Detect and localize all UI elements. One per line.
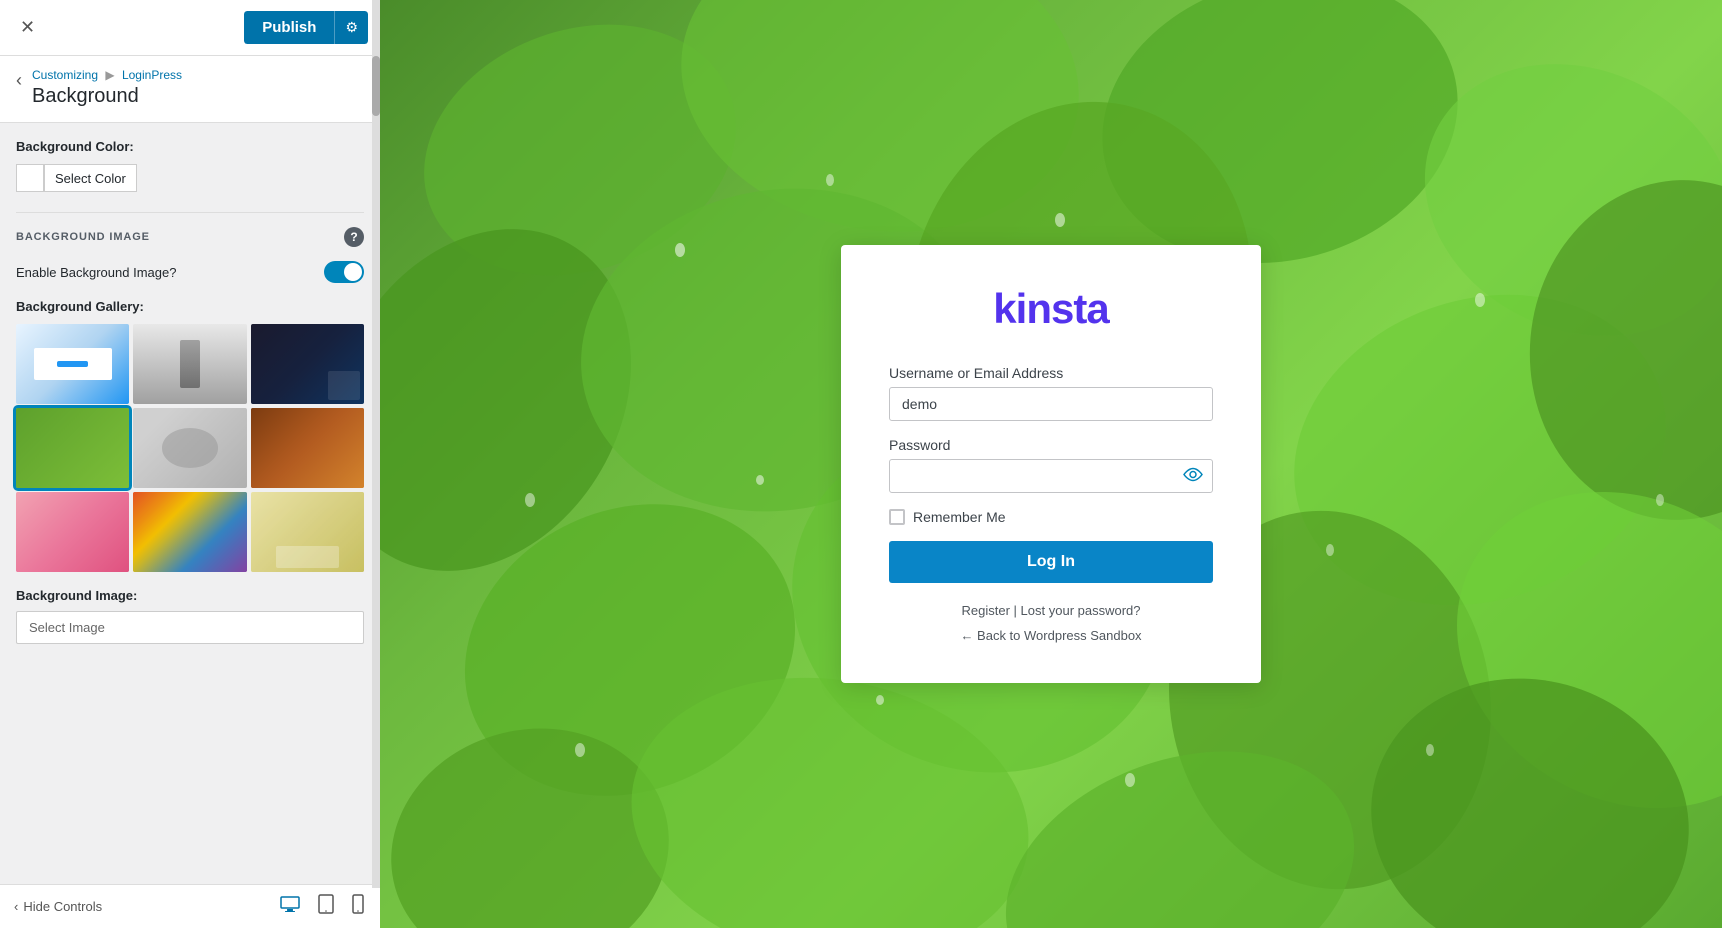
hide-controls-button[interactable]: ‹ Hide Controls <box>14 899 102 914</box>
remember-label: Remember Me <box>913 509 1006 525</box>
enable-bg-row: Enable Background Image? <box>16 261 364 283</box>
register-link[interactable]: Register <box>962 603 1010 618</box>
gallery-item-2[interactable] <box>133 324 246 404</box>
color-selector-row: Select Color <box>16 164 364 192</box>
gear-button[interactable]: ⚙ <box>334 11 368 44</box>
enable-bg-label: Enable Background Image? <box>16 265 324 280</box>
scroll-track[interactable] <box>372 0 380 888</box>
username-label: Username or Email Address <box>889 365 1213 381</box>
links-separator: | <box>1014 603 1021 618</box>
bg-image-section-title: BACKGROUND IMAGE <box>16 231 344 243</box>
mobile-view-button[interactable] <box>350 892 366 921</box>
gallery-item-7[interactable] <box>16 492 129 572</box>
desktop-view-button[interactable] <box>278 892 302 921</box>
tablet-view-button[interactable] <box>316 892 336 921</box>
back-to-wp: ← Back to Wordpress Sandbox <box>889 628 1213 643</box>
select-image-button[interactable]: Select Image <box>16 611 364 644</box>
preview-panel: kinsta Username or Email Address Passwor… <box>380 0 1722 928</box>
top-bar: ✕ Publish ⚙ <box>0 0 380 56</box>
login-links: Register | Lost your password? <box>889 603 1213 618</box>
bg-image-header: BACKGROUND IMAGE ? <box>16 212 364 247</box>
remember-row: Remember Me <box>889 509 1213 525</box>
password-input[interactable] <box>889 459 1213 493</box>
color-swatch[interactable] <box>16 164 44 192</box>
gallery-item-5[interactable] <box>133 408 246 488</box>
hide-controls-arrow: ‹ <box>14 899 18 914</box>
gallery-item-8[interactable] <box>133 492 246 572</box>
bottom-icons <box>278 892 366 921</box>
bottom-bar: ‹ Hide Controls <box>0 884 380 928</box>
breadcrumb-path: Customizing ▶ LoginPress <box>32 68 182 82</box>
page-title: Background <box>32 85 182 108</box>
gallery-item-1[interactable] <box>16 324 129 404</box>
back-arrow-button[interactable]: ‹ <box>16 70 22 91</box>
close-button[interactable]: ✕ <box>12 13 43 42</box>
breadcrumb-section: ‹ Customizing ▶ LoginPress Background <box>0 56 380 123</box>
breadcrumb-separator: ▶ <box>105 68 114 82</box>
password-label: Password <box>889 437 1213 453</box>
gallery-label: Background Gallery: <box>16 299 364 314</box>
scroll-thumb <box>372 56 380 116</box>
gallery-item-6[interactable] <box>251 408 364 488</box>
help-icon[interactable]: ? <box>344 227 364 247</box>
select-color-button[interactable]: Select Color <box>44 164 137 192</box>
login-button[interactable]: Log In <box>889 541 1213 583</box>
gallery-item-4[interactable] <box>16 408 129 488</box>
hide-controls-label: Hide Controls <box>23 899 102 914</box>
breadcrumb-customizing-link[interactable]: Customizing <box>32 68 98 82</box>
publish-button[interactable]: Publish <box>244 11 334 44</box>
back-to-wp-link[interactable]: ← Back to Wordpress Sandbox <box>960 628 1141 643</box>
login-logo: kinsta <box>889 285 1213 333</box>
enable-bg-toggle[interactable] <box>324 261 364 283</box>
gallery-item-3[interactable] <box>251 324 364 404</box>
password-wrapper <box>889 459 1213 493</box>
gallery-grid <box>16 324 364 572</box>
eye-icon[interactable] <box>1183 466 1203 487</box>
toggle-knob <box>344 263 362 281</box>
remember-checkbox[interactable] <box>889 509 905 525</box>
bg-image-label: Background Image: <box>16 588 364 603</box>
login-box: kinsta Username or Email Address Passwor… <box>841 245 1261 683</box>
customizer-panel: ✕ Publish ⚙ ‹ Customizing ▶ LoginPress B… <box>0 0 380 928</box>
bg-color-label: Background Color: <box>16 139 364 154</box>
lost-password-link[interactable]: Lost your password? <box>1021 603 1141 618</box>
publish-group: Publish ⚙ <box>244 11 368 44</box>
breadcrumb-content: Customizing ▶ LoginPress Background <box>32 68 182 108</box>
breadcrumb-loginpress-link[interactable]: LoginPress <box>122 68 182 82</box>
panel-content: Background Color: Select Color BACKGROUN… <box>0 123 380 884</box>
gallery-item-9[interactable] <box>251 492 364 572</box>
kinsta-logo-text: kinsta <box>993 285 1108 332</box>
username-input[interactable] <box>889 387 1213 421</box>
